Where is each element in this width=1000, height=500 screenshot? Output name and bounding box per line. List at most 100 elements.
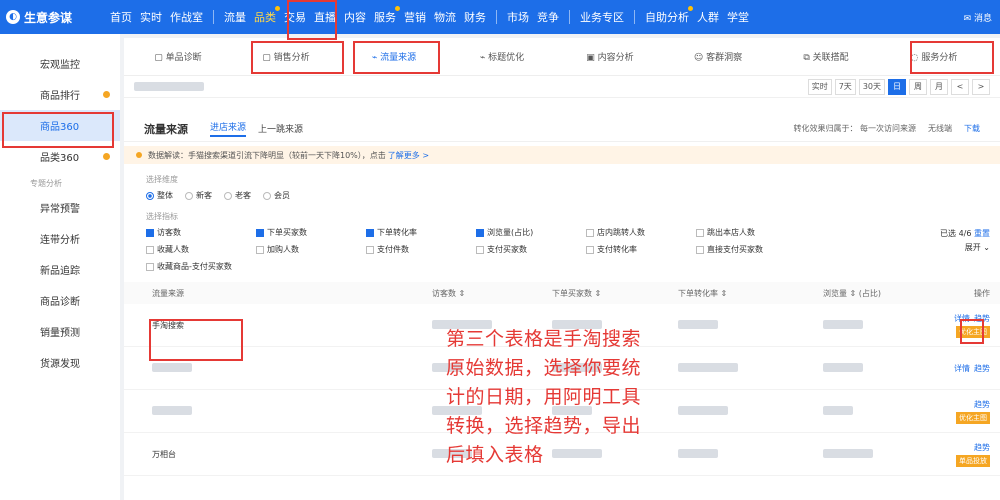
trend-link[interactable]: 趋势 <box>974 400 990 409</box>
row-value <box>823 448 923 460</box>
nav-finance[interactable]: 财务 <box>460 0 490 34</box>
date-btn-day[interactable]: 日 <box>888 78 906 95</box>
tab-related-match[interactable]: ⧉ 关联搭配 <box>772 50 880 63</box>
terminal-select[interactable]: 无线端 <box>928 123 952 134</box>
sidebar-item-joint[interactable]: 连带分析 <box>0 223 120 254</box>
alert-dot-icon <box>103 153 110 160</box>
learn-more-link[interactable]: 了解更多 > <box>388 150 429 161</box>
nav-academy[interactable]: 学堂 <box>723 0 753 34</box>
date-btn-7d[interactable]: 7天 <box>834 78 856 95</box>
metric-checkboxes: 访客数 下单买家数 下单转化率 浏览量(占比) 店内跳转人数 跳出本店人数收藏人数 加购人数… <box>124 227 1000 272</box>
metric-label: 选择指标 <box>146 212 178 221</box>
tab-title-optimize[interactable]: ⌁ 标题优化 <box>448 50 556 63</box>
sidebar-item-forecast[interactable]: 销量预测 <box>0 316 120 347</box>
metric-label-text: 浏览量(占比) <box>487 228 534 237</box>
detail-link[interactable]: 详情 <box>954 364 970 373</box>
tab-prev-source[interactable]: 上一跳来源 <box>258 122 303 135</box>
radio-member[interactable]: 会员 <box>263 190 290 201</box>
nav-market[interactable]: 市场 <box>503 0 533 34</box>
tab-label: 关联搭配 <box>812 53 849 63</box>
date-btn-realtime[interactable]: 实时 <box>807 78 832 95</box>
tab-content-analysis[interactable]: ▣ 内容分析 <box>556 50 664 63</box>
metric-checkbox[interactable]: 浏览量(占比) <box>476 227 586 238</box>
metric-checkbox[interactable]: 支付件数 <box>366 244 476 255</box>
nav-content[interactable]: 内容 <box>340 0 370 34</box>
nav-divider <box>569 10 570 24</box>
nav-business-zone[interactable]: 业务专区 <box>576 0 628 34</box>
tab-label: 标题优化 <box>488 53 525 63</box>
row-op-links: 详情 趋势 <box>950 363 990 374</box>
radio-label: 老客 <box>235 191 251 200</box>
logo-icon: ◐ <box>6 10 20 24</box>
tab-customer-insight[interactable]: ☺ 客群洞察 <box>664 50 772 63</box>
sidebar-item-macro[interactable]: 宏观监控 <box>0 48 120 79</box>
date-btn-week[interactable]: 周 <box>909 78 927 95</box>
nav-category[interactable]: 品类 <box>250 0 280 34</box>
nav-category-label: 品类 <box>254 11 276 24</box>
metric-checkbox[interactable]: 直接支付买家数 <box>696 244 806 255</box>
checkbox-icon <box>256 245 264 254</box>
metric-checkbox[interactable]: 支付买家数 <box>476 244 586 255</box>
sidebar-item-newproduct[interactable]: 新品追踪 <box>0 254 120 285</box>
tab-item-diagnosis[interactable]: ▢ 单品诊断 <box>124 50 232 63</box>
nav-service[interactable]: 服务 <box>370 0 400 34</box>
metric-checkbox[interactable]: 收藏人数 <box>146 244 256 255</box>
sidebar-item-diagnosis[interactable]: 商品诊断 <box>0 285 120 316</box>
row-ops: 趋势单品投放 <box>956 442 990 467</box>
reset-button[interactable]: 重置 <box>974 229 990 238</box>
checkbox-icon <box>256 228 264 237</box>
radio-new[interactable]: 新客 <box>185 190 212 201</box>
metric-summary: 已选 4/6 重置 展开 ⌄ <box>940 229 990 252</box>
metric-label-text: 直接支付买家数 <box>707 245 763 254</box>
date-btn-30d[interactable]: 30天 <box>858 78 885 95</box>
nav-logistics[interactable]: 物流 <box>430 0 460 34</box>
download-button[interactable]: 下载 <box>964 123 980 134</box>
checkbox-icon <box>586 228 594 237</box>
metric-checkbox[interactable]: 下单买家数 <box>256 227 366 238</box>
col-buyers-label: 下单买家数 <box>552 288 592 298</box>
nav-warroom[interactable]: 作战室 <box>166 0 207 34</box>
nav-realtime[interactable]: 实时 <box>136 0 166 34</box>
tab-in-store-source[interactable]: 进店来源 <box>210 120 247 137</box>
metric-checkbox[interactable]: 店内跳转人数 <box>586 227 696 238</box>
redacted-text <box>152 362 192 372</box>
nav-competition[interactable]: 竞争 <box>533 0 563 34</box>
col-pageviews[interactable]: 浏览量 ⇕ (占比) <box>823 288 881 299</box>
highlight-sales-analysis <box>251 41 344 74</box>
action-tag[interactable]: 优化主图 <box>956 411 990 424</box>
selected-count: 已选 4/6 <box>940 229 972 238</box>
action-tag[interactable]: 单品投放 <box>956 454 990 467</box>
col-conversion[interactable]: 下单转化率 ⇕ <box>678 288 823 299</box>
radio-old[interactable]: 老客 <box>224 190 251 201</box>
sidebar-item-sourcing[interactable]: 货源发现 <box>0 347 120 378</box>
radio-all[interactable]: 整体 <box>146 190 173 201</box>
trend-link[interactable]: 趋势 <box>974 364 990 373</box>
next-date-button[interactable]: > <box>972 78 990 95</box>
nav-crowd[interactable]: 人群 <box>693 0 723 34</box>
nav-home[interactable]: 首页 <box>106 0 136 34</box>
col-visitors[interactable]: 访客数 ⇕ <box>432 288 552 299</box>
expand-button[interactable]: 展开 <box>965 243 981 252</box>
nav-self-analysis[interactable]: 自助分析 <box>641 0 693 34</box>
metric-checkbox[interactable]: 加购人数 <box>256 244 366 255</box>
sidebar-item-ranking[interactable]: 商品排行 <box>0 79 120 110</box>
metric-checkbox[interactable]: 支付转化率 <box>586 244 696 255</box>
trend-link[interactable]: 趋势 <box>974 443 990 452</box>
sidebar: 宏观监控 商品排行 商品360 品类360 专题分析 异常预警 连带分析 新品追… <box>0 34 120 500</box>
message-button[interactable]: ✉ 消息 <box>964 11 992 24</box>
attribution-select[interactable]: 转化效果归属于： 每一次访问来源 <box>793 123 916 134</box>
metric-checkbox[interactable]: 下单转化率 <box>366 227 476 238</box>
metric-checkbox[interactable]: 跳出本店人数 <box>696 227 806 238</box>
date-btn-month[interactable]: 月 <box>930 78 948 95</box>
sidebar-item-anomaly[interactable]: 异常预警 <box>0 192 120 223</box>
prev-date-button[interactable]: < <box>951 78 969 95</box>
metric-checkbox[interactable]: 收藏商品-支付买家数 <box>146 261 256 272</box>
radio-label: 整体 <box>157 191 173 200</box>
metric-checkbox[interactable]: 访客数 <box>146 227 256 238</box>
nav-traffic[interactable]: 流量 <box>220 0 250 34</box>
col-buyers[interactable]: 下单买家数 ⇕ <box>552 288 678 299</box>
annotation-text: 第三个表格是手淘搜索 原始数据，选择你要统 计的日期，用阿明工具 转换，选择趋势… <box>446 325 706 470</box>
nav-marketing[interactable]: 营销 <box>400 0 430 34</box>
app-logo[interactable]: ◐ 生意参谋 <box>0 9 106 26</box>
metric-label-text: 加购人数 <box>267 245 299 254</box>
